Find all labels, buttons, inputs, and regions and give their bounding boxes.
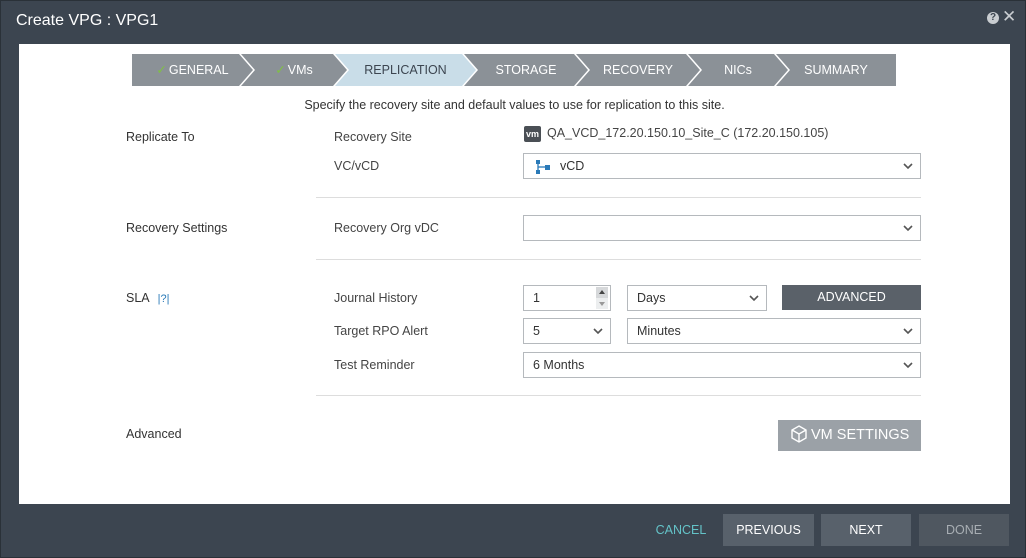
wizard-steps: ✓ GENERAL ✓ VMs REPLICATION STORAGE RECOVE… — [132, 54, 896, 86]
vcd-icon — [536, 159, 550, 174]
vm-settings-label: VM SETTINGS — [811, 427, 910, 443]
previous-button[interactable]: PREVIOUS — [723, 514, 814, 546]
step-storage[interactable]: STORAGE — [464, 54, 588, 86]
vc-vcd-value: vCD — [560, 159, 585, 173]
journal-history-value: 1 — [533, 291, 540, 305]
vc-vcd-label: VC/vCD — [334, 159, 380, 173]
step-nics[interactable]: NICs — [688, 54, 788, 86]
step-summary[interactable]: SUMMARY — [776, 54, 896, 86]
test-reminder-label: Test Reminder — [334, 358, 415, 372]
test-reminder-value: 6 Months — [533, 358, 585, 372]
target-rpo-value: 5 — [533, 324, 540, 338]
target-rpo-label: Target RPO Alert — [334, 324, 428, 338]
target-rpo-unit: Minutes — [637, 324, 681, 338]
step-label: STORAGE — [495, 63, 557, 77]
target-rpo-unit-select[interactable]: Minutes — [627, 318, 921, 344]
divider — [316, 197, 921, 198]
chevron-down-icon — [903, 225, 913, 232]
vm-settings-button[interactable]: VM SETTINGS — [778, 420, 921, 451]
chevron-down-icon — [903, 328, 913, 335]
recovery-site-label: Recovery Site — [334, 130, 412, 144]
divider — [316, 395, 921, 396]
sla-help-link[interactable]: |?| — [158, 293, 170, 305]
check-icon: ✓ — [275, 63, 286, 77]
step-label: REPLICATION — [364, 63, 447, 77]
title-bar: Create VPG : VPG1 ? ✕ — [1, 1, 1026, 43]
step-label: RECOVERY — [603, 63, 673, 77]
check-icon: ✓ — [156, 63, 167, 77]
step-replication[interactable]: REPLICATION — [335, 54, 476, 86]
spinner-buttons — [596, 287, 608, 309]
vc-vcd-select[interactable]: vCD — [523, 153, 921, 179]
sla-label-text: SLA — [126, 291, 150, 305]
recovery-org-vdc-select[interactable] — [523, 215, 921, 241]
journal-history-unit: Days — [637, 291, 666, 305]
step-label: GENERAL — [168, 63, 229, 77]
step-recovery[interactable]: RECOVERY — [576, 54, 700, 86]
step-general[interactable]: ✓ GENERAL — [132, 54, 253, 86]
recovery-site-value: vm QA_VCD_172.20.150.10_Site_C (172.20.15… — [524, 124, 828, 142]
test-reminder-select[interactable]: 6 Months — [523, 352, 921, 378]
help-icon[interactable]: ? — [987, 12, 999, 24]
create-vpg-dialog: Create VPG : VPG1 ? ✕ ✓ GENERAL ✓ VMs REPL… — [0, 0, 1026, 558]
chevron-down-icon — [903, 163, 913, 170]
chevron-down-icon — [903, 362, 913, 369]
next-button[interactable]: NEXT — [821, 514, 911, 546]
divider — [316, 259, 921, 260]
chevron-down-icon — [593, 328, 603, 335]
instruction-text: Specify the recovery site and default va… — [304, 98, 725, 112]
recovery-org-vdc-label: Recovery Org vDC — [334, 221, 439, 235]
vm-icon: vm — [524, 125, 541, 142]
close-icon[interactable]: ✕ — [1002, 8, 1016, 26]
done-button[interactable]: DONE — [919, 514, 1009, 546]
journal-history-unit-select[interactable]: Days — [627, 285, 767, 311]
step-label: NICs — [724, 63, 752, 77]
step-label: VMs — [287, 63, 313, 77]
dialog-content: ✓ GENERAL ✓ VMs REPLICATION STORAGE RECOVE… — [19, 44, 1010, 504]
dialog-title: Create VPG : VPG1 — [16, 12, 159, 29]
target-rpo-select[interactable]: 5 — [523, 318, 611, 344]
recovery-site-text: QA_VCD_172.20.150.10_Site_C (172.20.150.… — [547, 126, 829, 140]
cancel-button[interactable]: CANCEL — [641, 514, 721, 546]
spin-up-button[interactable] — [596, 287, 608, 298]
recovery-settings-label: Recovery Settings — [126, 221, 228, 235]
sla-label: SLA |?| — [126, 291, 169, 305]
chevron-down-icon — [749, 295, 759, 302]
journal-history-label: Journal History — [334, 291, 418, 305]
journal-history-spinner[interactable]: 1 — [523, 285, 611, 311]
spin-down-button[interactable] — [596, 298, 608, 309]
step-vms[interactable]: ✓ VMs — [241, 54, 347, 86]
advanced-button[interactable]: ADVANCED — [782, 285, 921, 310]
step-label: SUMMARY — [804, 63, 868, 77]
cube-icon — [791, 424, 807, 443]
replicate-to-label: Replicate To — [126, 130, 195, 144]
advanced-label: Advanced — [126, 427, 182, 441]
